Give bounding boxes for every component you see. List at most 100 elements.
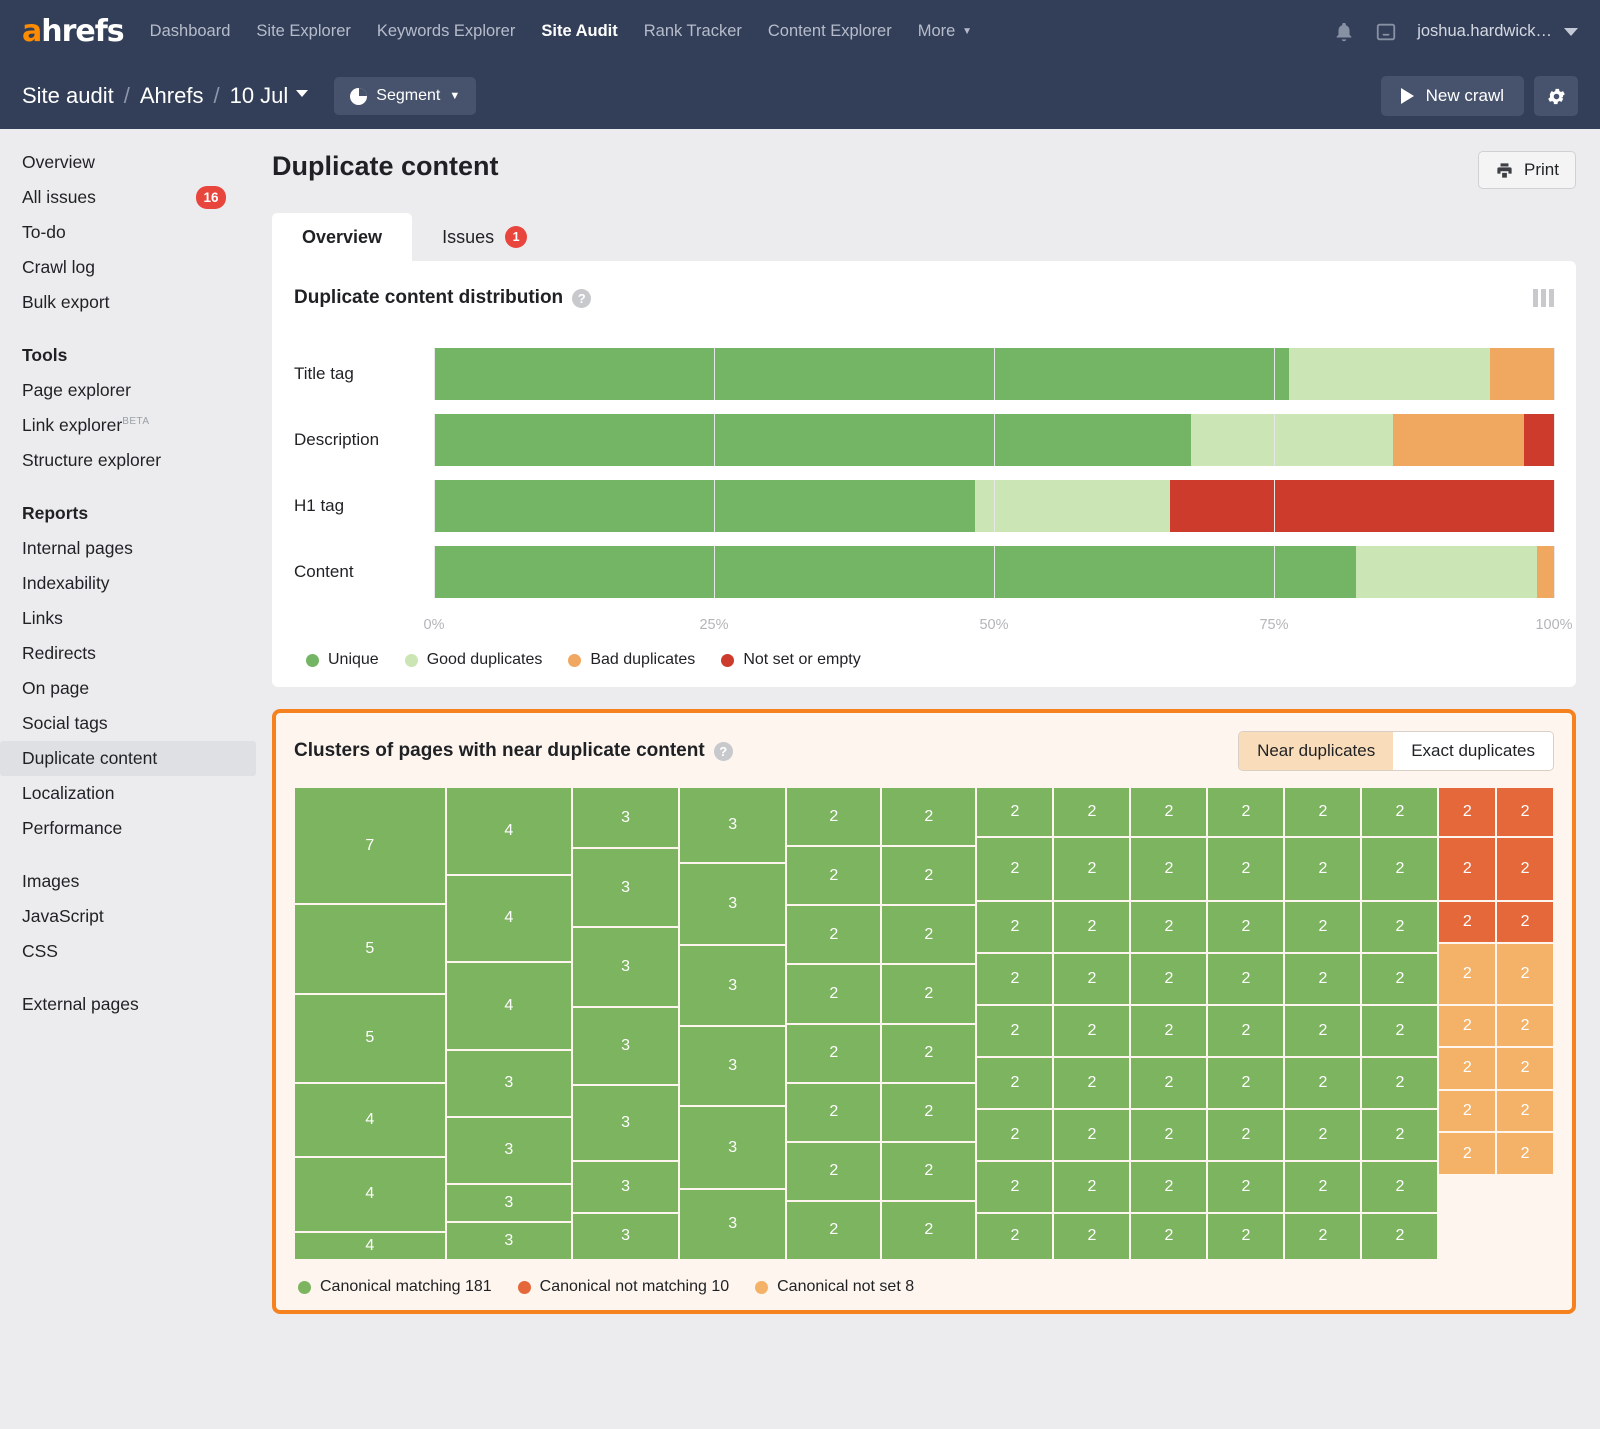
legend-item-not-set-or-empty[interactable]: Not set or empty — [721, 651, 861, 669]
treemap-cell[interactable]: 2 — [881, 1200, 977, 1260]
treemap-cell[interactable]: 2 — [1053, 1212, 1131, 1260]
treemap-cell[interactable]: 4 — [445, 787, 573, 875]
legend-item-canonical-not-matching[interactable]: Canonical not matching 10 — [517, 1278, 729, 1296]
treemap-cell[interactable]: 2 — [976, 900, 1054, 953]
treemap-cell[interactable]: 2 — [786, 1200, 882, 1260]
treemap-cell[interactable]: 2 — [1496, 1047, 1555, 1090]
legend-item-unique[interactable]: Unique — [306, 651, 379, 669]
sidebar-item-crawl-log[interactable]: Crawl log — [0, 250, 264, 285]
toggle-near-duplicates[interactable]: Near duplicates — [1239, 732, 1394, 770]
sidebar-item-links[interactable]: Links — [0, 601, 264, 636]
bell-icon[interactable] — [1333, 21, 1355, 43]
treemap-cell[interactable]: 2 — [1496, 943, 1555, 1005]
account-menu[interactable]: joshua.hardwick… — [1417, 22, 1578, 41]
treemap-cell[interactable]: 2 — [1207, 1212, 1285, 1260]
legend-item-canonical-matching[interactable]: Canonical matching 181 — [298, 1278, 492, 1296]
nav-link-keywords-explorer[interactable]: Keywords Explorer — [377, 22, 515, 41]
treemap-cell[interactable]: 2 — [1496, 1132, 1555, 1175]
treemap-cell[interactable]: 3 — [679, 945, 787, 1026]
treemap-cell[interactable]: 2 — [1053, 1108, 1131, 1161]
sidebar-item-bulk-export[interactable]: Bulk export — [0, 285, 264, 320]
nav-link-site-audit[interactable]: Site Audit — [541, 22, 617, 41]
treemap-cell[interactable]: 3 — [679, 862, 787, 946]
treemap-cell[interactable]: 2 — [1053, 900, 1131, 953]
treemap-cell[interactable]: 2 — [1284, 1004, 1362, 1057]
treemap-cell[interactable]: 2 — [786, 846, 882, 906]
bar-segment-unique[interactable] — [434, 480, 975, 532]
treemap-cell[interactable]: 2 — [786, 1082, 882, 1142]
nav-link-rank-tracker[interactable]: Rank Tracker — [644, 22, 742, 41]
columns-icon[interactable] — [1533, 289, 1554, 307]
chevron-down-icon[interactable] — [296, 89, 309, 97]
treemap-cell[interactable]: 2 — [1130, 1056, 1208, 1109]
treemap-cell[interactable]: 2 — [1130, 1212, 1208, 1260]
breadcrumb-date[interactable]: 10 Jul — [230, 83, 289, 109]
treemap-cell[interactable]: 2 — [1361, 1108, 1439, 1161]
treemap-cell[interactable]: 2 — [1361, 787, 1439, 837]
treemap-cell[interactable]: 4 — [445, 874, 573, 962]
treemap-cell[interactable]: 2 — [1207, 787, 1285, 837]
treemap-cell[interactable]: 2 — [881, 1023, 977, 1083]
treemap-cell[interactable]: 2 — [1284, 1212, 1362, 1260]
treemap-cell[interactable]: 2 — [1207, 900, 1285, 953]
sidebar-item-localization[interactable]: Localization — [0, 776, 264, 811]
treemap-cell[interactable]: 2 — [1496, 900, 1555, 944]
treemap-cell[interactable]: 2 — [1053, 1056, 1131, 1109]
treemap-cell[interactable]: 4 — [294, 1083, 446, 1158]
treemap-cell[interactable]: 3 — [572, 848, 680, 927]
sidebar-item-overview[interactable]: Overview — [0, 145, 264, 180]
nav-link-dashboard[interactable]: Dashboard — [150, 22, 231, 41]
treemap-cell[interactable]: 2 — [1361, 1212, 1439, 1260]
treemap-cell[interactable]: 3 — [679, 1189, 787, 1260]
treemap-cell[interactable]: 2 — [1284, 1108, 1362, 1161]
treemap-cell[interactable]: 2 — [1438, 943, 1497, 1005]
treemap-cell[interactable]: 2 — [1361, 900, 1439, 953]
segment-button[interactable]: Segment ▼ — [334, 77, 477, 115]
print-button[interactable]: Print — [1478, 151, 1576, 189]
sidebar-item-structure-explorer[interactable]: Structure explorer — [0, 443, 264, 478]
sidebar-item-images[interactable]: Images — [0, 864, 264, 899]
treemap-cell[interactable]: 2 — [1284, 952, 1362, 1005]
question-mark-icon[interactable]: ? — [572, 288, 592, 308]
treemap-cell[interactable]: 4 — [294, 1157, 446, 1232]
treemap-cell[interactable]: 2 — [1130, 1004, 1208, 1057]
treemap-cell[interactable]: 3 — [679, 1106, 787, 1190]
treemap-cell[interactable]: 2 — [1207, 1108, 1285, 1161]
bar-segment-not-set-or-empty[interactable] — [1169, 480, 1554, 532]
treemap-cell[interactable]: 7 — [294, 787, 446, 905]
treemap-cell[interactable]: 2 — [786, 964, 882, 1024]
treemap-cell[interactable]: 3 — [572, 1006, 680, 1085]
treemap-cell[interactable]: 2 — [976, 1004, 1054, 1057]
bar-segment-bad-duplicates[interactable] — [1392, 414, 1524, 466]
treemap-cell[interactable]: 2 — [786, 1141, 882, 1201]
legend-item-bad-duplicates[interactable]: Bad duplicates — [568, 651, 695, 669]
bar-segment-good-duplicates[interactable] — [1288, 348, 1491, 400]
breadcrumb-root[interactable]: Site audit — [22, 83, 114, 109]
sidebar-item-social-tags[interactable]: Social tags — [0, 706, 264, 741]
treemap-cell[interactable]: 5 — [294, 904, 446, 994]
treemap-cell[interactable]: 2 — [1130, 787, 1208, 837]
treemap-cell[interactable]: 2 — [1361, 1004, 1439, 1057]
treemap-cell[interactable]: 2 — [1496, 1089, 1555, 1133]
treemap-cell[interactable]: 2 — [1438, 1047, 1497, 1090]
treemap-cell[interactable]: 2 — [976, 1056, 1054, 1109]
treemap-cell[interactable]: 2 — [786, 1023, 882, 1083]
treemap-cell[interactable]: 2 — [1284, 1160, 1362, 1213]
treemap-cell[interactable]: 3 — [445, 1183, 573, 1223]
settings-button[interactable] — [1534, 76, 1578, 116]
sidebar-item-link-explorer[interactable]: Link explorerBETA — [0, 408, 264, 443]
bar-segment-bad-duplicates[interactable] — [1537, 546, 1554, 598]
treemap-cell[interactable]: 2 — [1361, 1056, 1439, 1109]
treemap-cell[interactable]: 3 — [572, 787, 680, 849]
treemap-cell[interactable]: 4 — [294, 1231, 446, 1260]
treemap-cell[interactable]: 2 — [1284, 1056, 1362, 1109]
bar-segment-unique[interactable] — [434, 546, 1356, 598]
treemap-cell[interactable]: 2 — [1438, 1004, 1497, 1048]
treemap-cell[interactable]: 2 — [976, 952, 1054, 1005]
treemap-cell[interactable]: 2 — [881, 964, 977, 1024]
treemap-cell[interactable]: 5 — [294, 993, 446, 1084]
nav-link-content-explorer[interactable]: Content Explorer — [768, 22, 892, 41]
treemap-cell[interactable]: 2 — [1130, 836, 1208, 901]
treemap-cell[interactable]: 2 — [786, 905, 882, 965]
sidebar-item-duplicate-content[interactable]: Duplicate content — [0, 741, 256, 776]
